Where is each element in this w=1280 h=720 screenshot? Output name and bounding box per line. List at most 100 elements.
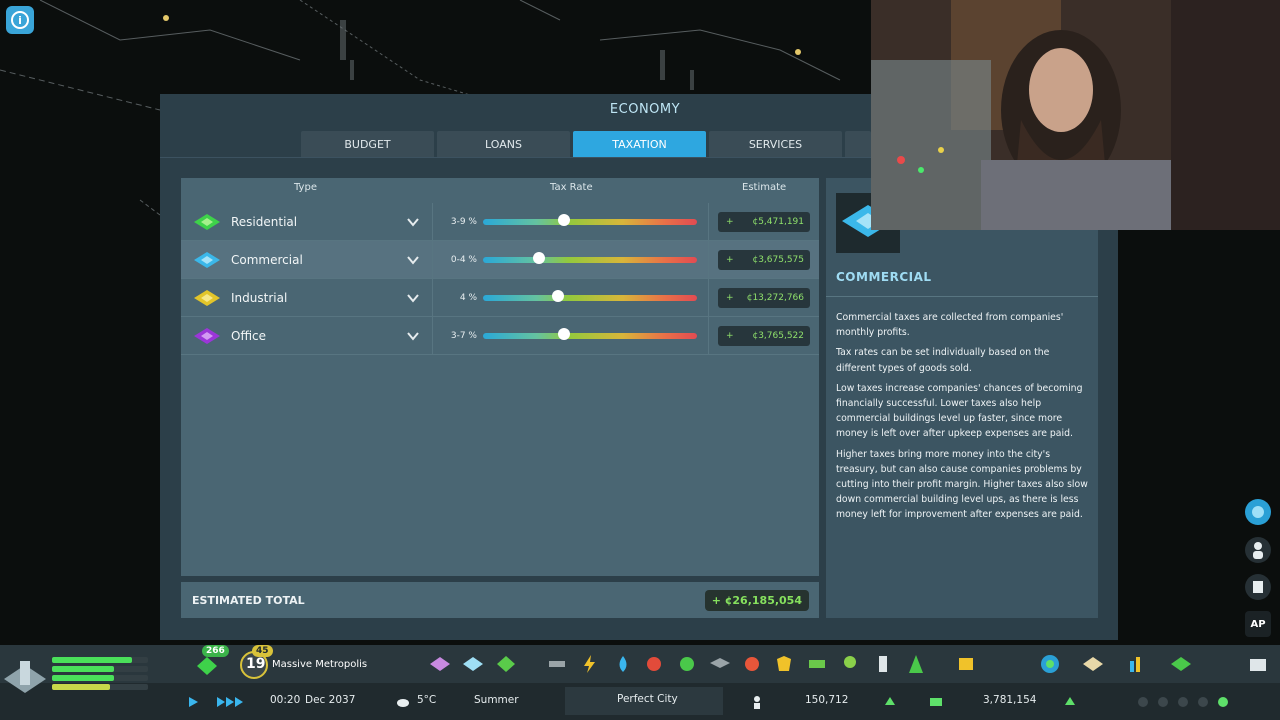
health-icon[interactable] [643,653,665,675]
zoning-icon[interactable] [196,655,218,677]
rate-cell: 0-4 % [433,241,709,278]
tax-rate-value: 3-7 % [450,330,477,341]
citizen-button[interactable] [1245,537,1271,563]
statistics-icon[interactable] [1126,653,1148,675]
money-value: 3,781,154 [983,694,1037,706]
population-icon [754,696,760,709]
economy-icon[interactable] [1039,653,1061,675]
police-icon[interactable] [773,653,795,675]
tax-row-office[interactable]: Office 3-7 % + ¢3,765,522 [181,317,819,355]
milestone-level: 19 [246,656,266,672]
ap-button[interactable]: AP [1245,611,1271,637]
chevron-down-icon[interactable] [406,291,420,305]
chevron-down-icon[interactable] [406,253,420,267]
info-description: Commercial taxes are collected from comp… [836,310,1088,528]
tax-row-residential[interactable]: Residential 3-9 % + ¢5,471,191 [181,203,819,241]
estimate-cell: + ¢3,675,575 [709,249,819,270]
estimate-value: ¢13,272,766 [746,292,804,303]
play-icon[interactable] [187,696,199,708]
tax-rate-value: 3-9 % [450,216,477,227]
tab-loans[interactable]: LOANS [437,131,570,157]
estimate-sign: + [726,254,734,265]
education-icon[interactable] [709,653,731,675]
tab-more[interactable] [845,131,871,157]
communication-icon[interactable] [872,653,894,675]
notes-button[interactable] [1245,574,1271,600]
money-up-icon [1065,697,1075,705]
map-icon[interactable] [1082,653,1104,675]
slider-handle[interactable] [558,213,571,226]
tab-budget[interactable]: BUDGET [301,131,434,157]
milestone-title: Perfect City [617,693,678,705]
rate-cell: 3-7 % [433,317,709,354]
info-icon: i [11,11,29,29]
game-date: Dec 2037 [305,694,356,706]
transport-icon[interactable] [806,653,828,675]
slider-handle[interactable] [551,289,564,302]
chevron-down-icon[interactable] [406,215,420,229]
bottom-toolbar: 266 19 45 Massive Metropolis 00:20 Dec 2… [0,645,1280,720]
landmarks-icon[interactable] [905,653,927,675]
info-paragraph: Tax rates can be set individually based … [836,347,1050,374]
tax-rate-value: 0-4 % [450,254,477,265]
estimate-value: ¢5,471,191 [752,216,804,227]
landscaping-icon[interactable] [495,653,517,675]
water-icon[interactable] [612,653,634,675]
rate-cell: 3-9 % [433,203,709,240]
roads-icon[interactable] [546,653,568,675]
tax-type-label: Residential [231,214,298,229]
map-globe-button[interactable] [1245,499,1271,525]
money-icon [930,698,942,706]
population-value: 150,712 [805,694,849,706]
estimated-total-value: + ¢26,185,054 [704,589,809,611]
estimate-value: ¢3,765,522 [752,330,804,341]
tax-rate-slider[interactable] [483,251,697,264]
population-up-icon [885,697,895,705]
progression-icon[interactable] [1170,653,1192,675]
estimate-badge: + ¢5,471,191 [718,211,810,232]
happiness-indicators [1138,697,1228,707]
document-icon [1253,581,1263,593]
estimate-badge: + ¢3,765,522 [718,325,810,346]
column-header-type: Type [294,182,317,193]
type-cell: Office [181,317,433,354]
tax-rate-slider[interactable] [483,213,697,226]
chevron-down-icon[interactable] [406,329,420,343]
info-paragraph: Low taxes increase companies' chances of… [836,382,1083,440]
game-time: 00:20 [270,694,301,706]
person-icon [1253,542,1263,559]
slider-handle[interactable] [558,327,571,340]
city-status-bars [52,657,148,693]
column-header-estimate: Estimate [742,182,787,193]
parks-icon[interactable] [839,653,861,675]
fire-icon[interactable] [741,653,763,675]
photo-mode-icon[interactable] [1247,653,1269,675]
garbage-icon[interactable] [676,653,698,675]
estimate-badge: + ¢13,272,766 [718,287,810,308]
season: Summer [474,694,519,706]
zoning-tool-icon[interactable] [462,653,484,675]
webcam-overlay [871,0,1280,230]
info-button[interactable]: i [6,6,34,34]
city-overview-icon[interactable] [0,657,50,707]
electricity-icon[interactable] [579,653,601,675]
tax-row-industrial[interactable]: Industrial 4 % + ¢13,272,766 [181,279,819,317]
economy-tabs: BUDGET LOANS TAXATION SERVICES [301,131,871,157]
residential-zone-icon [194,213,220,230]
money-icon[interactable] [955,653,977,675]
tab-taxation[interactable]: TAXATION [573,131,706,157]
estimated-total-bar: ESTIMATED TOTAL + ¢26,185,054 [181,582,819,618]
tax-rate-slider[interactable] [483,327,697,340]
estimate-sign: + [726,292,734,303]
tax-row-commercial[interactable]: Commercial 0-4 % + ¢3,675,575 [181,241,819,279]
slider-handle[interactable] [532,251,545,264]
city-name: Massive Metropolis [272,659,368,670]
commercial-zone-icon [194,251,220,268]
estimate-cell: + ¢3,765,522 [709,325,819,346]
tab-services[interactable]: SERVICES [709,131,842,157]
fast-forward-icon[interactable] [216,696,244,708]
tax-info-panel: COMMERCIAL Commercial taxes are collecte… [826,178,1098,618]
area-tool-icon[interactable] [429,653,451,675]
estimate-badge: + ¢3,675,575 [718,249,810,270]
tax-rate-slider[interactable] [483,289,697,302]
